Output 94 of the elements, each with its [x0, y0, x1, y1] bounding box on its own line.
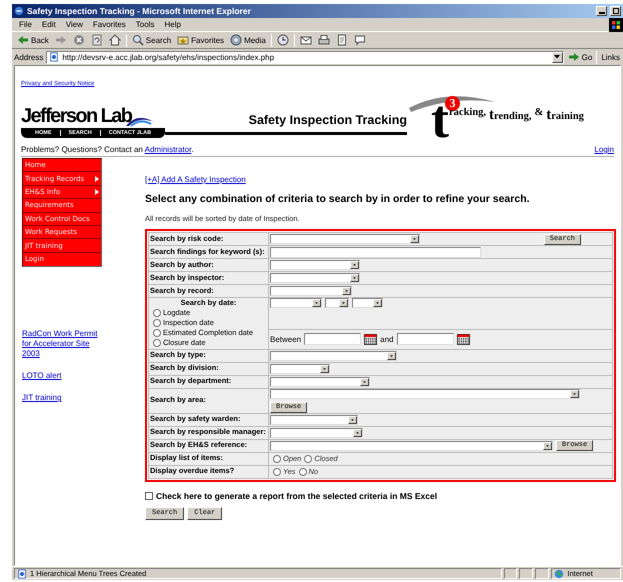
- logo-word: &: [534, 107, 544, 120]
- back-arrow-icon: [17, 34, 29, 46]
- media-button[interactable]: Media: [229, 33, 267, 47]
- caret-icon: [543, 442, 552, 450]
- administrator-link[interactable]: Administrator: [144, 145, 192, 154]
- browser-logo-icon: [14, 5, 24, 17]
- caret-icon: [350, 274, 359, 282]
- caret-icon: [554, 55, 560, 59]
- page-icon: [17, 568, 27, 580]
- mail-icon: [300, 34, 312, 46]
- status-pane: [504, 568, 518, 579]
- search-button[interactable]: Search: [130, 33, 172, 47]
- and-label: and: [380, 334, 394, 344]
- checkbox-label: Check here to generate a report from the selected criteria in MS Excel: [156, 490, 438, 500]
- home-icon: [108, 34, 121, 46]
- status-pane: [519, 568, 534, 579]
- caret-icon: [353, 428, 362, 436]
- logo-text: Jefferson Lab: [21, 104, 133, 128]
- links-button[interactable]: Links: [600, 50, 621, 64]
- date-field[interactable]: [396, 333, 454, 346]
- sidebar-link[interactable]: LOTO alert: [22, 371, 102, 382]
- history-button[interactable]: [276, 33, 290, 47]
- forward-arrow-icon: [54, 34, 67, 46]
- caret-icon: [339, 299, 348, 307]
- search-icon: [132, 34, 144, 46]
- logo-word: training: [546, 107, 584, 124]
- sidebar-link[interactable]: RadCon Work Permit for Accelerator Site 2003: [22, 329, 102, 360]
- menu-item[interactable]: View: [60, 20, 88, 29]
- history-icon: [276, 34, 289, 46]
- dropdown[interactable]: [270, 364, 330, 374]
- caret-icon: [312, 299, 321, 307]
- speech-bubble-icon: [354, 34, 366, 46]
- contact-text: Problems? Questions? Contact an Administrator.: [21, 145, 194, 154]
- favorites-button[interactable]: Favorites: [176, 33, 226, 47]
- checkbox[interactable]: [145, 492, 153, 500]
- maximize-icon: [612, 8, 618, 14]
- page-icon: [49, 51, 60, 63]
- between-label: Between: [270, 334, 302, 344]
- dropdown[interactable]: [352, 298, 383, 308]
- back-button[interactable]: Back: [16, 33, 50, 47]
- caret-icon: [387, 352, 396, 360]
- window-title: Safety Inspection Tracking - Microsoft Internet Explorer: [27, 6, 252, 16]
- caret-icon: [342, 287, 351, 295]
- menu-item[interactable]: Help: [159, 20, 186, 29]
- login-link[interactable]: Login: [594, 145, 614, 154]
- stop-button[interactable]: [72, 33, 86, 47]
- address-label: Address: [14, 52, 44, 62]
- add-inspection-link[interactable]: [+A] Add A Safety Inspection: [145, 175, 616, 184]
- keyword-field[interactable]: [270, 246, 481, 258]
- stop-icon: [72, 34, 85, 46]
- page-title: Safety Inspection Tracking: [248, 113, 407, 128]
- refresh-icon: [90, 34, 103, 46]
- calendar-icon[interactable]: [456, 334, 470, 345]
- media-icon: [230, 34, 242, 46]
- dropdown[interactable]: [325, 298, 349, 308]
- home-button[interactable]: [108, 33, 122, 47]
- maximize-button[interactable]: [610, 6, 621, 16]
- go-button[interactable]: Go: [566, 50, 594, 64]
- minimize-button[interactable]: [596, 6, 607, 16]
- caret-icon: [320, 364, 329, 372]
- discuss-button[interactable]: [352, 33, 367, 47]
- radio-button[interactable]: [304, 454, 312, 462]
- go-arrow-icon: [568, 51, 580, 63]
- radio-button[interactable]: [273, 468, 281, 476]
- address-field[interactable]: http://devsrv-e.acc.jlab.org/safety/ehs/inspections/index.php: [46, 50, 564, 64]
- caret-icon: [350, 261, 359, 269]
- radio-button[interactable]: [153, 338, 161, 346]
- date-field[interactable]: [304, 333, 362, 346]
- radio-button[interactable]: [153, 318, 161, 326]
- menu-item[interactable]: Edit: [36, 20, 61, 29]
- heading: Select any combination of criteria to search by in order to refine your search.: [145, 193, 531, 205]
- caret-icon: [410, 235, 419, 243]
- menu-item[interactable]: Tools: [130, 20, 160, 29]
- radio-button[interactable]: [153, 308, 161, 316]
- sidebar-link[interactable]: JIT training: [22, 393, 102, 404]
- caret-icon: [360, 378, 369, 386]
- menu-item[interactable]: Favorites: [88, 20, 131, 29]
- caret-icon: [373, 299, 382, 307]
- menu-item[interactable]: File: [14, 20, 37, 29]
- radio-button[interactable]: [273, 454, 281, 462]
- refresh-button[interactable]: [90, 33, 104, 47]
- print-button[interactable]: [316, 33, 331, 47]
- logo-word: trending,: [489, 107, 532, 124]
- caret-icon: [570, 390, 579, 398]
- radio-button[interactable]: [298, 468, 307, 476]
- printer-icon: [318, 34, 330, 46]
- dropdown[interactable]: [270, 298, 322, 308]
- logo-badge: 3: [445, 96, 460, 111]
- document-icon: [336, 34, 348, 46]
- status-pane: [535, 568, 550, 579]
- globe-icon: [554, 568, 564, 580]
- radio-button[interactable]: [153, 328, 161, 336]
- caret-icon: [348, 416, 357, 424]
- calendar-icon[interactable]: [364, 334, 378, 345]
